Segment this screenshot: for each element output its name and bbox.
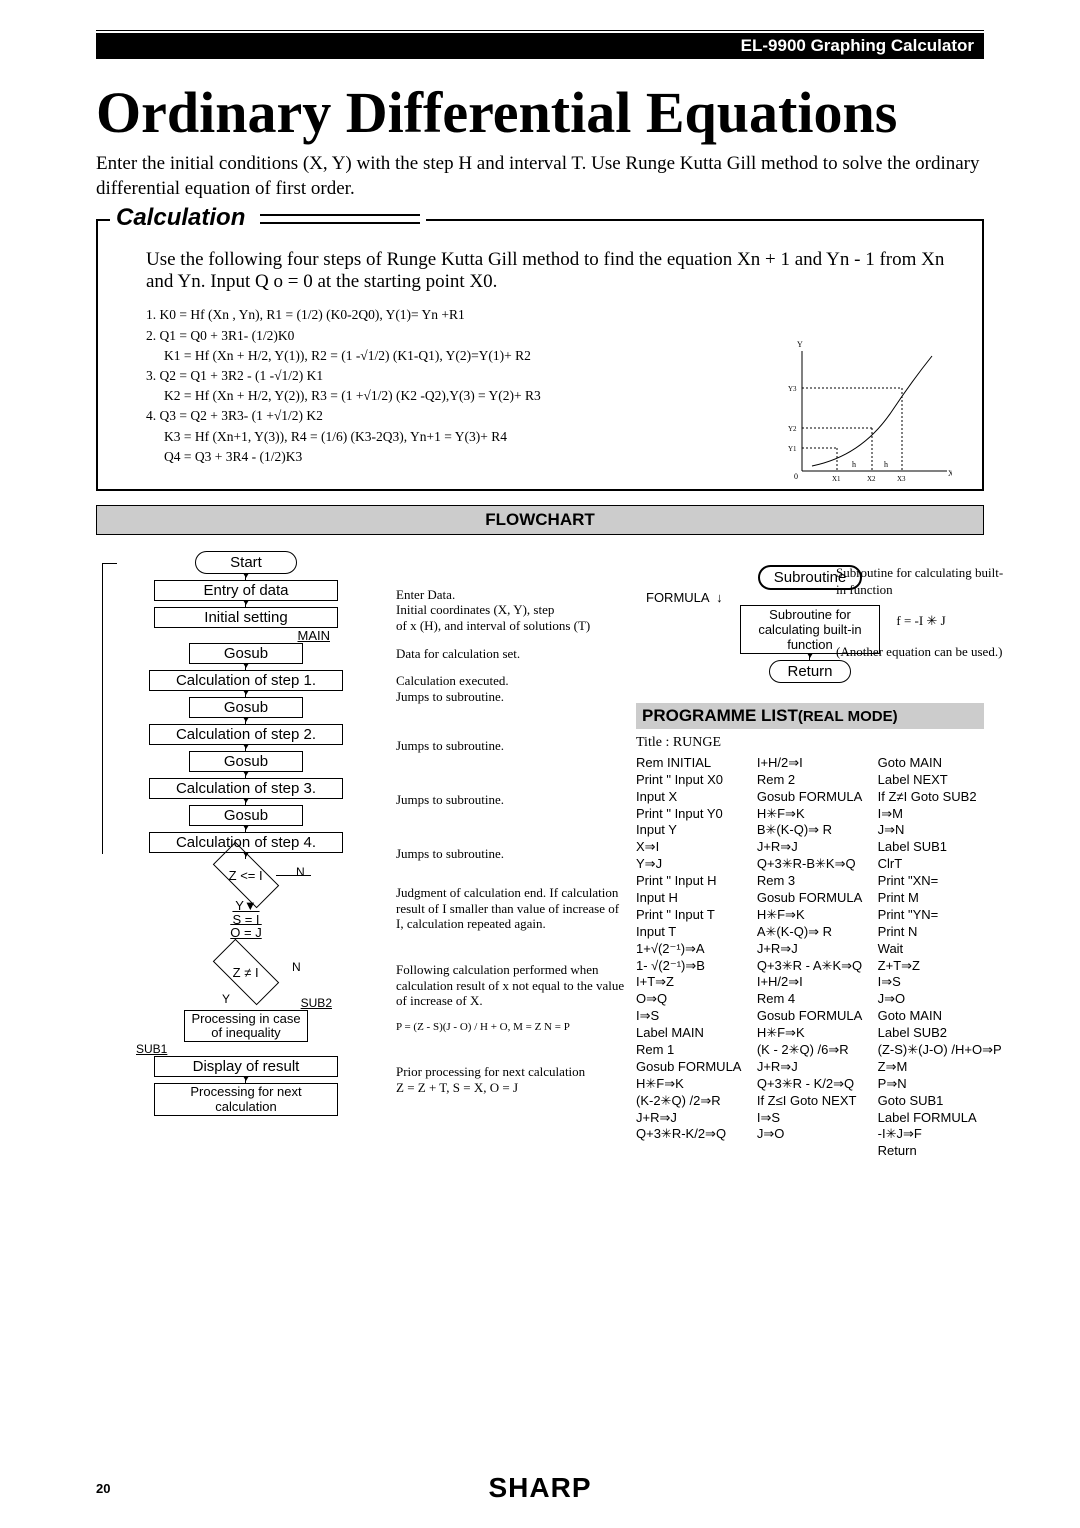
calc-heading-text: Calculation (116, 204, 245, 231)
loop-line-main (102, 563, 117, 854)
branch-n: N (296, 865, 305, 879)
node-step1: Calculation of step 1. (149, 670, 343, 691)
sub-fn: f = -I ✳ J (836, 613, 1006, 630)
flow-notes: Enter Data. Initial coordinates (X, Y), … (396, 551, 626, 1160)
arr (245, 718, 247, 724)
plist-col1: Rem INITIAL Print " Input X0 Input X Pri… (636, 755, 751, 1160)
node-gosub-2: Gosub (189, 697, 303, 718)
arr (245, 691, 247, 697)
calc-heading-rule (260, 214, 420, 224)
plist-hdr-b: (REAL MODE) (798, 708, 898, 725)
note2: Data for calculation set. (396, 646, 626, 662)
plist-hdr-a: PROGRAMME LIST (642, 706, 798, 725)
node-gosub-4: Gosub (189, 805, 303, 826)
programme-list-header: PROGRAMME LIST(REAL MODE) (636, 703, 984, 729)
plot-y3: Y3 (788, 385, 797, 393)
arr (245, 574, 247, 580)
plot-h2: h (884, 460, 888, 469)
arr (245, 1077, 247, 1083)
plot-y1: Y1 (788, 445, 797, 453)
node-step4: Calculation of step 4. (149, 832, 343, 853)
n-line (276, 875, 311, 876)
arr (245, 772, 247, 778)
header-rule (96, 30, 984, 31)
arr (245, 799, 247, 805)
right-column: Subroutine FORMULA ↓ Subroutine for calc… (636, 551, 984, 1160)
calc-plot: Y X 0 h h X1 X2 X3 Y1 Y2 Y3 (782, 341, 952, 491)
node-gosub-1: Gosub (189, 643, 303, 664)
block-ysi: Y▼ S = I O = J (96, 899, 396, 940)
intro-text: Enter the initial conditions (X, Y) with… (96, 152, 984, 201)
note1: Enter Data. Initial coordinates (X, Y), … (396, 587, 626, 634)
branch-y2: Y (222, 992, 230, 1006)
node-entry: Entry of data (154, 580, 338, 601)
header-bar: EL-9900 Graphing Calculator (96, 33, 984, 59)
arr (809, 654, 811, 660)
node-gosub-3: Gosub (189, 751, 303, 772)
arr (245, 745, 247, 751)
plot-y: Y (797, 341, 803, 349)
note8: Following calculation performed when cal… (396, 962, 626, 1009)
note8f: P = (Z - S)(J - O) / H + O, M = Z N = P (396, 1021, 626, 1034)
sub-note1: Subroutine for calculating built-in func… (836, 565, 1006, 599)
arr (245, 664, 247, 670)
brand-logo: SHARP (488, 1472, 591, 1504)
plist-col2: I+H/2⇒I Rem 2 Gosub FORMULA H✳F⇒K B✳(K-Q… (757, 755, 872, 1160)
plot-o: 0 (794, 472, 798, 481)
calculation-heading: Calculation (110, 204, 426, 232)
arr (245, 826, 247, 832)
node-display: Display of result (154, 1056, 338, 1077)
note6: Jumps to subroutine. (396, 846, 626, 862)
page-title: Ordinary Differential Equations (96, 79, 984, 146)
node-step3: Calculation of step 3. (149, 778, 343, 799)
step1: 1. K0 = Hf (Xn , Yn), R1 = (1/2) (K0-2Q0… (146, 307, 952, 323)
plot-x1: X1 (832, 475, 841, 483)
note5: Jumps to subroutine. (396, 792, 626, 808)
note4: Jumps to subroutine. (396, 738, 626, 754)
plot-x2: X2 (867, 475, 876, 483)
label-sub1: SUB1 (96, 1042, 396, 1056)
page-number: 20 (96, 1481, 110, 1496)
sub-notes: Subroutine for calculating built-in func… (836, 565, 1006, 661)
programme-list: Rem INITIAL Print " Input X0 Input X Pri… (636, 755, 984, 1160)
branch-n2: N (292, 960, 301, 974)
plot-x3: X3 (897, 475, 906, 483)
node-return: Return (769, 660, 851, 683)
label-main: MAIN (96, 628, 396, 643)
flowchart-main: Start Entry of data Initial setting MAIN… (96, 551, 396, 1160)
plot-y2: Y2 (788, 425, 797, 433)
sub-note2: (Another equation can be used.) (836, 644, 1006, 661)
note7: Judgment of calculation end. If calculat… (396, 885, 626, 932)
node-processing: Processing in case of inequality (184, 1010, 308, 1043)
node-step2: Calculation of step 2. (149, 724, 343, 745)
plot-x: X (948, 469, 952, 478)
programme-title: Title : RUNGE (636, 735, 984, 751)
plot-h1: h (852, 460, 856, 469)
flowchart-header: FLOWCHART (96, 505, 984, 535)
note3: Calculation executed. Jumps to subroutin… (396, 673, 626, 704)
note9: Prior processing for next calculation Z … (396, 1064, 626, 1095)
node-init: Initial setting (154, 607, 338, 628)
node-start: Start (195, 551, 297, 574)
arr (245, 601, 247, 607)
plist-col3: Goto MAIN Label NEXT If Z≠I Goto SUB2 I⇒… (878, 755, 1002, 1160)
calc-body: Use the following four steps of Runge Ku… (146, 249, 952, 293)
node-next: Processing for next calculation (154, 1083, 338, 1116)
label-sub2: SUB2 (96, 996, 396, 1010)
calculation-box: Calculation Use the following four steps… (96, 219, 984, 491)
